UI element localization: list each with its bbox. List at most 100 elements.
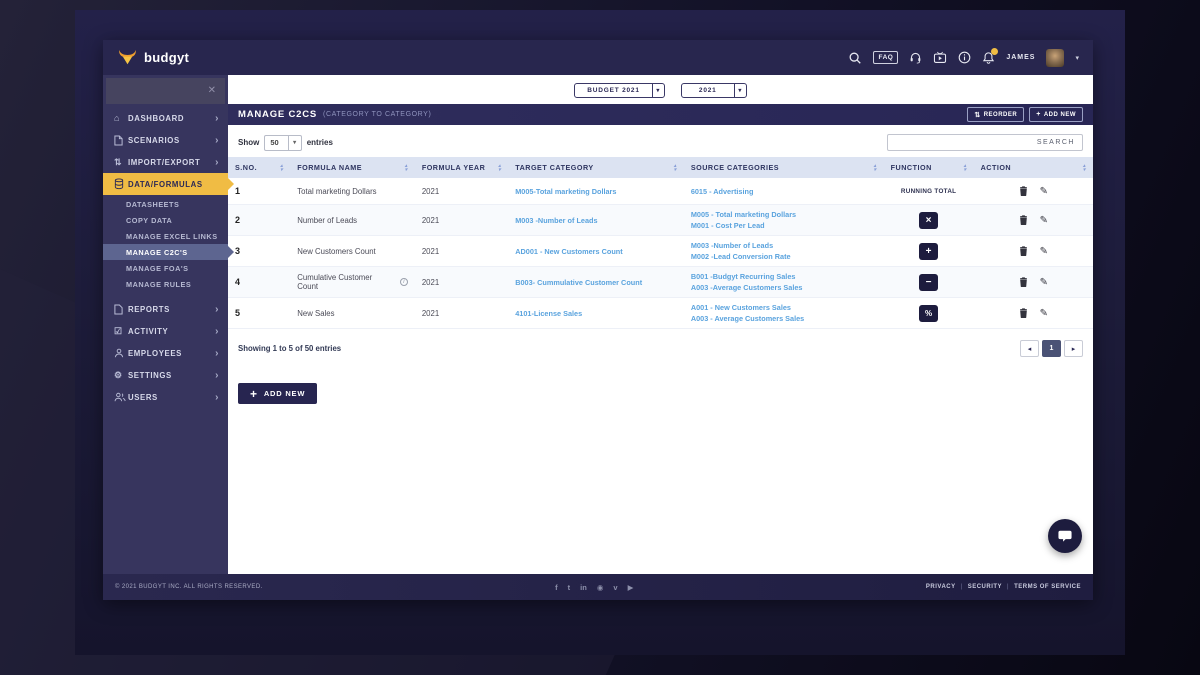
edit-icon[interactable]: ✎ [1040, 308, 1048, 319]
column-header-target-category[interactable]: TARGET CATEGORY ▴ ▾ [508, 157, 684, 178]
budgyt-logo[interactable]: budgyt [117, 49, 189, 66]
sidebar-item-manage-excel-links[interactable]: MANAGE EXCEL LINKS [103, 228, 228, 244]
close-icon[interactable]: ✕ [208, 86, 216, 96]
delete-icon[interactable] [1019, 277, 1028, 287]
add-new-button-top[interactable]: + ADD NEW [1029, 107, 1083, 122]
year-dropdown[interactable]: 2021 ▾ [680, 83, 747, 98]
delete-icon[interactable] [1019, 308, 1028, 318]
chevron-right-icon: › [215, 391, 219, 403]
social-links: f t in ◉ v ▶ [555, 583, 633, 592]
sidebar-item-settings[interactable]: ⚙ SETTINGS › [103, 364, 228, 386]
source-category-link[interactable]: M005 - Total marketing Dollars [691, 210, 796, 219]
source-category-link[interactable]: M003 -Number of Leads [691, 241, 791, 250]
source-category-link[interactable]: A001 - New Customers Sales [691, 303, 804, 312]
video-tutorials-icon[interactable] [933, 51, 947, 64]
vimeo-icon[interactable]: v [613, 583, 617, 592]
page-number-button[interactable]: 1 [1042, 340, 1061, 357]
column-header-action[interactable]: ACTION ▴ ▾ [974, 157, 1093, 178]
reorder-button[interactable]: ⇅ REORDER [967, 107, 1025, 122]
delete-icon[interactable] [1019, 246, 1028, 256]
sidebar-item-users[interactable]: USERS › [103, 386, 228, 408]
notifications-bell-icon[interactable] [982, 47, 999, 65]
twitter-icon[interactable]: t [568, 583, 571, 592]
budget-dropdown[interactable]: BUDGET 2021 ▾ [574, 83, 665, 98]
sidebar-item-manage-rules[interactable]: MANAGE RULES [103, 276, 228, 292]
global-filters: BUDGET 2021 ▾ 2021 ▾ [228, 75, 1093, 104]
source-category-link[interactable]: M001 - Cost Per Lead [691, 221, 796, 230]
target-category-link[interactable]: M003 -Number of Leads [515, 216, 597, 225]
source-category-link[interactable]: 6015 - Advertising [691, 187, 754, 196]
sidebar-item-manage-foas[interactable]: MANAGE FOA'S [103, 260, 228, 276]
notification-badge [991, 47, 999, 55]
privacy-link[interactable]: PRIVACY [926, 584, 956, 590]
copyright-text: © 2021 BUDGYT INC. ALL RIGHTS RESERVED. [115, 584, 263, 590]
search-input[interactable] [887, 134, 1083, 151]
sidebar-item-reports[interactable]: REPORTS › [103, 298, 228, 320]
edit-icon[interactable]: ✎ [1040, 215, 1048, 226]
sidebar-item-scenarios[interactable]: SCENARIOS › [103, 129, 228, 151]
linkedin-icon[interactable]: in [580, 583, 587, 592]
source-category-link[interactable]: B001 -Budgyt Recurring Sales [691, 272, 803, 281]
table-controls: Show 50 ▾ entries [228, 125, 1093, 157]
sidebar-item-dashboard[interactable]: ⌂ DASHBOARD › [103, 107, 228, 129]
delete-icon[interactable] [1019, 186, 1028, 196]
target-category-link[interactable]: M005-Total marketing Dollars [515, 187, 616, 196]
target-category-link[interactable]: B003- Cummulative Customer Count [515, 278, 642, 287]
chat-widget-button[interactable] [1048, 519, 1082, 553]
plus-icon: + [250, 386, 258, 401]
chevron-down-icon[interactable]: ▾ [1075, 54, 1079, 62]
function-add-button[interactable]: + [919, 242, 939, 260]
youtube-icon[interactable]: ▶ [628, 583, 634, 592]
sidebar: ✕ ⌂ DASHBOARD › SCENARIOS › ⇅ IMPORT/EXP… [103, 75, 234, 574]
sidebar-item-data-formulas[interactable]: DATA/FORMULAS [103, 173, 234, 195]
info-icon[interactable]: i [399, 278, 408, 286]
support-headset-icon[interactable] [909, 51, 922, 64]
source-category-link[interactable]: A003 -Average Customers Sales [691, 283, 803, 292]
chevron-right-icon: › [215, 303, 219, 315]
report-icon [114, 304, 128, 315]
faq-button[interactable]: FAQ [873, 51, 899, 64]
page-title-bar: MANAGE C2CS (CATEGORY TO CATEGORY) ⇅ REO… [228, 104, 1093, 125]
sort-icon: ▴ ▾ [280, 162, 284, 173]
previous-page-button[interactable]: ◂ [1020, 340, 1039, 357]
table-row: 2 Number of Leads 2021 M003 -Number of L… [228, 205, 1093, 236]
sidebar-item-employees[interactable]: EMPLOYEES › [103, 342, 228, 364]
add-new-button-bottom[interactable]: + ADD NEW [238, 383, 318, 404]
facebook-icon[interactable]: f [555, 583, 558, 592]
sidebar-item-datasheets[interactable]: DATASHEETS [103, 196, 228, 212]
column-header-function[interactable]: FUNCTION ▴ ▾ [884, 157, 974, 178]
target-category-link[interactable]: 4101-License Sales [515, 309, 582, 318]
sidebar-item-import-export[interactable]: ⇅ IMPORT/EXPORT › [103, 151, 228, 173]
next-page-button[interactable]: ▸ [1064, 340, 1083, 357]
chevron-right-icon: › [215, 347, 219, 359]
app-header: budgyt FAQ JAMES ▾ [103, 40, 1093, 75]
delete-icon[interactable] [1019, 215, 1028, 225]
edit-icon[interactable]: ✎ [1040, 246, 1048, 257]
sort-icon: ▴ ▾ [1082, 162, 1086, 173]
sidebar-item-activity[interactable]: ☑ ACTIVITY › [103, 320, 228, 342]
edit-icon[interactable]: ✎ [1040, 186, 1048, 197]
column-header-formula-year[interactable]: FORMULA YEAR ▴ ▾ [415, 157, 508, 178]
bull-icon [119, 49, 136, 65]
target-category-link[interactable]: AD001 - New Customers Count [515, 247, 622, 256]
sidebar-item-copy-data[interactable]: COPY DATA [103, 212, 228, 228]
terms-link[interactable]: TERMS OF SERVICE [1014, 584, 1081, 590]
entries-per-page-select[interactable]: 50 ▾ [264, 134, 302, 151]
avatar[interactable] [1046, 48, 1065, 67]
sidebar-item-manage-c2cs[interactable]: MANAGE C2C'S [103, 244, 234, 260]
column-header-formula-name[interactable]: FORMULA NAME ▴ ▾ [290, 157, 415, 178]
search-icon[interactable] [848, 51, 862, 65]
source-category-link[interactable]: A003 - Average Customers Sales [691, 314, 804, 323]
sort-icon: ▴ ▾ [498, 162, 502, 173]
function-subtract-button[interactable]: − [919, 273, 939, 291]
instagram-icon[interactable]: ◉ [597, 583, 604, 592]
source-category-link[interactable]: M002 -Lead Conversion Rate [691, 252, 791, 261]
function-multiply-button[interactable]: × [919, 211, 939, 229]
legal-links: PRIVACY | SECURITY | TERMS OF SERVICE [925, 584, 1081, 590]
edit-icon[interactable]: ✎ [1040, 277, 1048, 288]
column-header-sno[interactable]: S.NO. ▴ ▾ [228, 157, 290, 178]
security-link[interactable]: SECURITY [968, 584, 1002, 590]
function-percent-button[interactable]: % [919, 304, 939, 322]
info-icon[interactable] [958, 51, 971, 64]
column-header-source-categories[interactable]: SOURCE CATEGORIES ▴ ▾ [684, 157, 884, 178]
